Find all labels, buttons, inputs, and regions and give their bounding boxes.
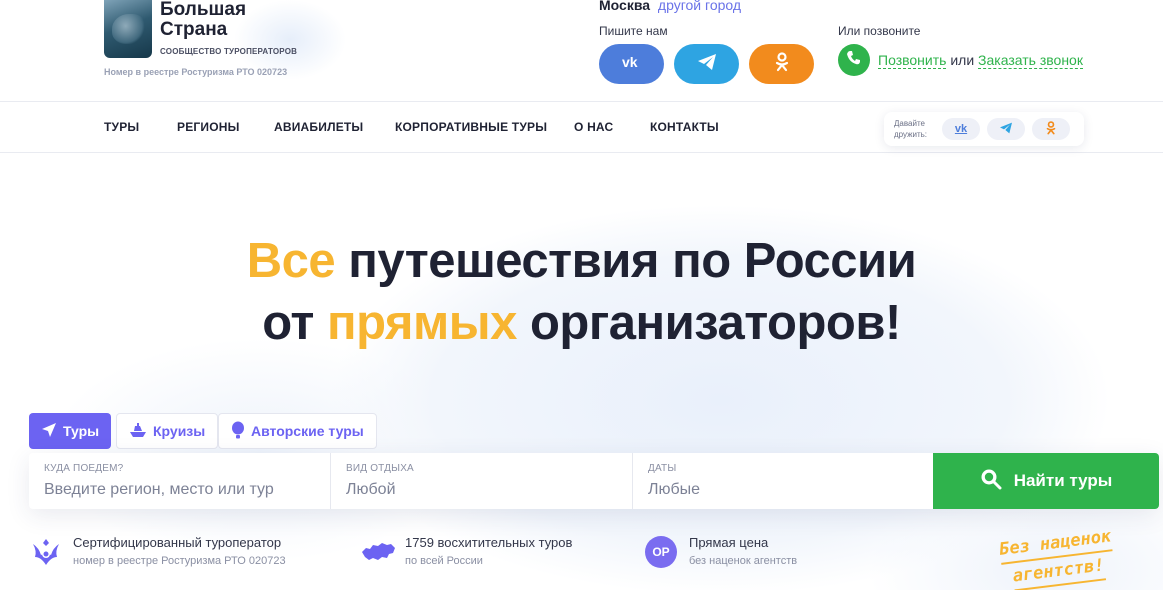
- feature-certified-title: Сертифицированный туроператор: [73, 535, 282, 550]
- tab-tours[interactable]: Туры: [29, 413, 112, 449]
- vk-icon: vk: [954, 123, 968, 135]
- nav-item-about[interactable]: О НАС: [574, 120, 613, 134]
- hero-line-2-start: от: [262, 296, 328, 350]
- registry-number: Номер в реестре Ростуризма РТО 020723: [104, 67, 288, 77]
- telegram-icon: [697, 53, 717, 75]
- nav-odnoklassniki-button[interactable]: [1032, 118, 1070, 140]
- dates-field[interactable]: ДАТЫ Любые: [632, 453, 933, 509]
- logo-image[interactable]: [104, 0, 152, 58]
- odnoklassniki-icon: [1046, 120, 1056, 138]
- friends-label-line1: Давайте: [894, 119, 925, 128]
- search-icon: [980, 468, 1002, 495]
- tour-search-form: КУДА ПОЕДЕМ? Введите регион, место или т…: [29, 453, 1159, 509]
- find-tours-button[interactable]: Найти туры: [933, 453, 1159, 509]
- feature-direct-price-title: Прямая цена: [689, 535, 769, 550]
- friends-label: Давайте дружить:: [894, 118, 927, 140]
- ship-icon: [129, 422, 147, 441]
- vk-icon: vk: [621, 54, 643, 73]
- nav-item-regions[interactable]: РЕГИОНЫ: [177, 120, 240, 134]
- vacation-type-select[interactable]: Любой: [346, 481, 396, 499]
- russia-map-icon: [360, 540, 396, 569]
- destination-label: КУДА ПОЕДЕМ?: [44, 463, 124, 474]
- city-selector: Москва другой город: [599, 0, 741, 13]
- op-badge-icon: ОР: [645, 536, 677, 568]
- header: Большая Страна СООБЩЕСТВО ТУРОПЕРАТОРОВ …: [0, 0, 1163, 101]
- feature-direct-price-sub: без наценок агентств: [689, 555, 798, 567]
- russia-map-background: [0, 150, 1163, 590]
- logo-title-line2: Страна: [160, 19, 228, 40]
- balloon-icon: [231, 421, 245, 442]
- dates-select[interactable]: Любые: [648, 481, 700, 499]
- nav-telegram-button[interactable]: [987, 118, 1025, 140]
- find-tours-label: Найти туры: [1013, 471, 1113, 490]
- logo-title[interactable]: Большая Страна: [160, 0, 246, 40]
- vacation-type-label: ВИД ОТДЫХА: [346, 463, 414, 474]
- feature-tours-count: 1759 восхитительных туров по всей России: [405, 535, 572, 567]
- hero-highlight-all: Все: [246, 234, 336, 288]
- phone-button[interactable]: [838, 44, 870, 76]
- feature-tours-count-title: 1759 восхитительных туров: [405, 535, 573, 550]
- order-callback-link[interactable]: Заказать звонок: [978, 52, 1083, 69]
- telegram-icon: [999, 122, 1013, 137]
- friends-label-line2: дружить:: [894, 130, 927, 139]
- svg-text:vk: vk: [622, 55, 638, 69]
- hero-line-2-end: организаторов!: [516, 296, 901, 350]
- tab-author-tours-label: Авторские туры: [251, 423, 364, 439]
- logo-title-line1: Большая: [160, 0, 247, 20]
- or-text: или: [950, 52, 975, 68]
- vacation-type-field[interactable]: ВИД ОТДЫХА Любой: [330, 453, 632, 509]
- telegram-button[interactable]: [674, 44, 739, 84]
- main-nav: ТУРЫ РЕГИОНЫ АВИАБИЛЕТЫ КОРПОРАТИВНЫЕ ТУ…: [0, 101, 1163, 153]
- change-city-link[interactable]: другой город: [658, 0, 741, 13]
- odnoklassniki-button[interactable]: [749, 44, 814, 84]
- destination-field[interactable]: КУДА ПОЕДЕМ? Введите регион, место или т…: [29, 453, 330, 509]
- nav-item-tours[interactable]: ТУРЫ: [104, 120, 139, 134]
- call-actions: Позвонить или Заказать звонок: [878, 52, 1083, 69]
- call-label: Или позвоните: [838, 24, 921, 38]
- logo-subtitle: СООБЩЕСТВО ТУРОПЕРАТОРОВ: [160, 47, 298, 56]
- nav-item-flights[interactable]: АВИАБИЛЕТЫ: [274, 120, 363, 134]
- hero-highlight-direct: прямых: [327, 296, 517, 350]
- tab-cruises-label: Круизы: [153, 423, 206, 439]
- nav-item-contacts[interactable]: КОНТАКТЫ: [650, 120, 719, 134]
- write-us-label: Пишите нам: [599, 24, 668, 38]
- tab-tours-label: Туры: [63, 423, 100, 439]
- emblem-icon: [29, 535, 63, 574]
- hero-line-2: от прямых организаторов!: [0, 292, 1163, 354]
- feature-direct-price: Прямая цена без наценок агентств: [689, 535, 797, 567]
- nav-item-corporate[interactable]: КОРПОРАТИВНЫЕ ТУРЫ: [395, 120, 547, 134]
- nav-vk-button[interactable]: vk: [942, 118, 980, 140]
- feature-certified-sub: номер в реестре Ростуризма РТО 020723: [73, 555, 286, 567]
- current-city: Москва: [599, 0, 651, 13]
- tab-author-tours[interactable]: Авторские туры: [218, 413, 377, 449]
- hero-heading: Все путешествия по России от прямых орга…: [0, 230, 1163, 354]
- vk-button[interactable]: vk: [599, 44, 664, 84]
- feature-tours-count-sub: по всей России: [405, 555, 483, 567]
- hero-line-1-text: путешествия по России: [335, 234, 917, 288]
- destination-input[interactable]: Введите регион, место или тур: [44, 481, 274, 499]
- feature-certified: Сертифицированный туроператор номер в ре…: [73, 535, 286, 567]
- dates-label: ДАТЫ: [648, 463, 677, 474]
- send-icon: [41, 422, 57, 441]
- social-friends-box: Давайте дружить: vk: [884, 112, 1084, 146]
- call-link[interactable]: Позвонить: [878, 52, 947, 69]
- phone-icon: [846, 50, 862, 71]
- hero-line-1: Все путешествия по России: [0, 230, 1163, 292]
- odnoklassniki-icon: [775, 52, 789, 76]
- tab-cruises[interactable]: Круизы: [116, 413, 219, 449]
